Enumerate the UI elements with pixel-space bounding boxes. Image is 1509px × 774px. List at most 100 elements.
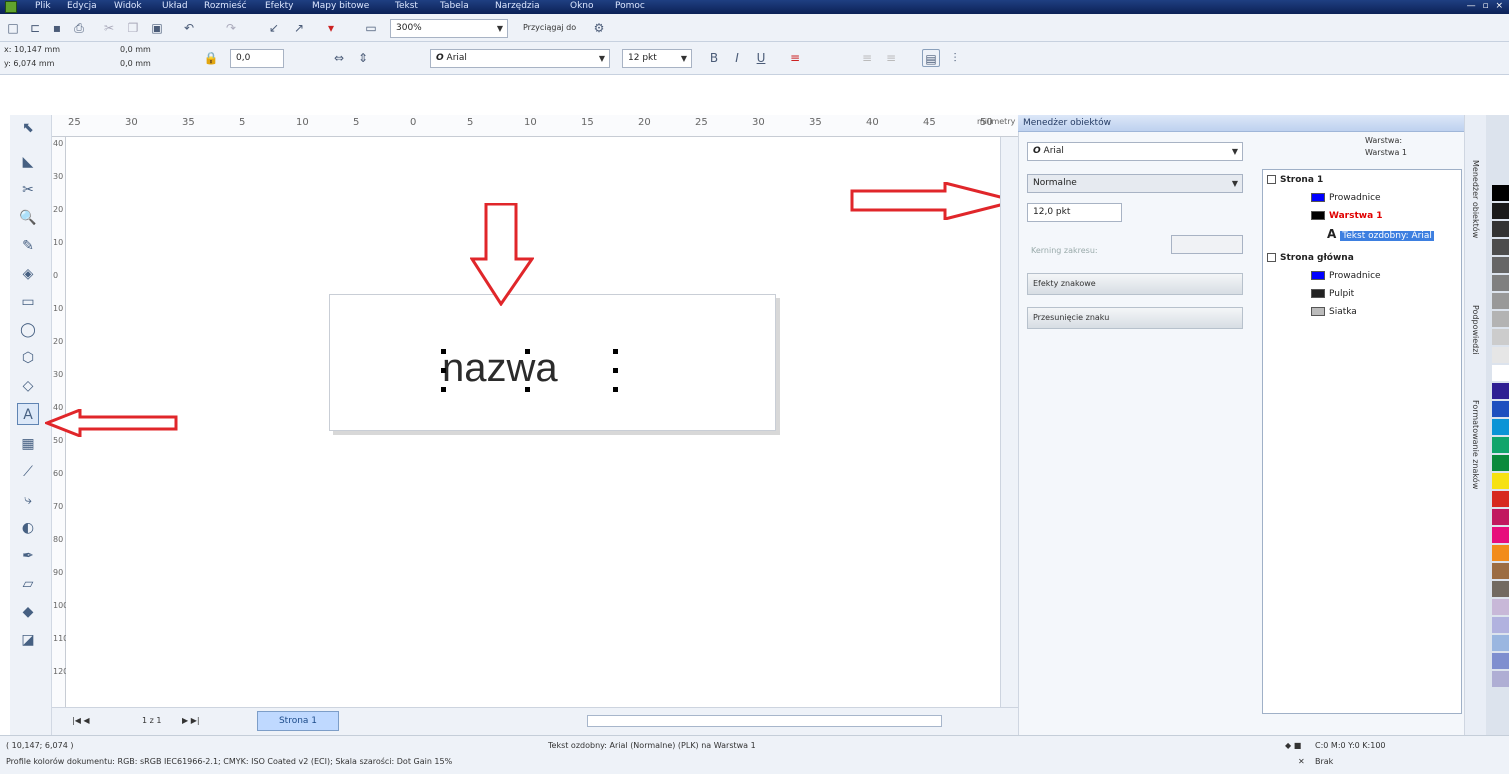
selection-handle[interactable] bbox=[613, 387, 618, 392]
docker-font-combo[interactable]: O Arial ▼ bbox=[1027, 142, 1243, 161]
window-controls[interactable]: — ▫ × bbox=[1467, 1, 1505, 11]
import-icon[interactable]: ↙ bbox=[265, 19, 283, 37]
palette-swatch[interactable] bbox=[1492, 275, 1509, 291]
outline-tool-icon[interactable]: ▱ bbox=[17, 573, 39, 595]
palette-swatch[interactable] bbox=[1492, 653, 1509, 669]
palette-swatch[interactable] bbox=[1492, 527, 1509, 543]
selection-handle[interactable] bbox=[441, 368, 446, 373]
palette-swatch[interactable] bbox=[1492, 491, 1509, 507]
pick-tool-icon[interactable]: ⬉ bbox=[17, 117, 39, 139]
selection-handle[interactable] bbox=[525, 387, 530, 392]
selection-handle[interactable] bbox=[441, 349, 446, 354]
palette-swatch[interactable] bbox=[1492, 509, 1509, 525]
palette-swatch[interactable] bbox=[1492, 581, 1509, 597]
new-icon[interactable]: □ bbox=[4, 19, 22, 37]
paste-icon[interactable]: ▣ bbox=[148, 19, 166, 37]
palette-swatch[interactable] bbox=[1492, 563, 1509, 579]
menu-window[interactable]: Okno bbox=[570, 1, 594, 11]
palette-swatch[interactable] bbox=[1492, 617, 1509, 633]
palette-swatch[interactable] bbox=[1492, 419, 1509, 435]
page-nav-last[interactable]: ▶ ▶| bbox=[182, 716, 200, 725]
page-tab[interactable]: Strona 1 bbox=[257, 711, 339, 731]
selection-handle[interactable] bbox=[441, 387, 446, 392]
palette-swatch[interactable] bbox=[1492, 671, 1509, 687]
palette-swatch[interactable] bbox=[1492, 293, 1509, 309]
selection-handle[interactable] bbox=[613, 368, 618, 373]
tree-grid[interactable]: Siatka bbox=[1311, 304, 1357, 320]
eyedropper-tool-icon[interactable]: ✒ bbox=[17, 545, 39, 567]
color-profile-info[interactable]: Profile kolorów dokumentu: RGB: sRGB IEC… bbox=[6, 757, 452, 766]
kerning-field[interactable] bbox=[1171, 235, 1243, 254]
open-icon[interactable]: ⊏ bbox=[26, 19, 44, 37]
palette-swatch[interactable] bbox=[1492, 203, 1509, 219]
palette-swatch[interactable] bbox=[1492, 311, 1509, 327]
mirror-v-icon[interactable]: ⇕ bbox=[354, 49, 372, 67]
vertical-scrollbar[interactable] bbox=[1000, 137, 1018, 707]
tab-hints[interactable]: Podpowiedzi bbox=[1471, 305, 1480, 355]
connector-tool-icon[interactable]: ⤷ bbox=[17, 489, 39, 511]
palette-swatch[interactable] bbox=[1492, 185, 1509, 201]
menu-help[interactable]: Pomoc bbox=[615, 1, 645, 11]
tree-guides-1[interactable]: Prowadnice bbox=[1311, 190, 1381, 206]
font-size-combo[interactable]: 12 pkt ▼ bbox=[622, 49, 692, 68]
tree-page-1[interactable]: Strona 1 bbox=[1267, 172, 1323, 188]
mirror-h-icon[interactable]: ⇔ bbox=[330, 49, 348, 67]
print-icon[interactable]: ⎙ bbox=[70, 19, 88, 37]
angle-field[interactable]: 0,0 bbox=[230, 49, 284, 68]
bold-icon[interactable]: B bbox=[705, 49, 723, 67]
menu-layout[interactable]: Układ bbox=[162, 1, 188, 11]
docker-size-field[interactable]: 12,0 pkt bbox=[1027, 203, 1122, 222]
palette-swatch[interactable] bbox=[1492, 401, 1509, 417]
tab-object-manager[interactable]: Menedżer obiektów bbox=[1471, 160, 1480, 238]
interactive-fill-icon[interactable]: ◪ bbox=[17, 629, 39, 651]
redo-icon[interactable]: ↷ bbox=[222, 19, 240, 37]
welcome-icon[interactable]: ▭ bbox=[362, 19, 380, 37]
tree-desktop[interactable]: Pulpit bbox=[1311, 286, 1354, 302]
menu-view[interactable]: Widok bbox=[114, 1, 142, 11]
menu-file[interactable]: Plik bbox=[35, 1, 51, 11]
vertical-ruler[interactable]: 40 30 20 10 0 10 20 30 40 50 60 70 80 90 100 110 120 bbox=[52, 137, 68, 707]
menu-table[interactable]: Tabela bbox=[440, 1, 469, 11]
tab-character-formatting[interactable]: Formatowanie znaków bbox=[1471, 400, 1480, 489]
ellipse-tool-icon[interactable]: ◯ bbox=[17, 319, 39, 341]
palette-swatch[interactable] bbox=[1492, 383, 1509, 399]
table-tool-icon[interactable]: ▦ bbox=[17, 433, 39, 455]
selection-handle[interactable] bbox=[525, 349, 530, 354]
undo-icon[interactable]: ↶ bbox=[180, 19, 198, 37]
palette-swatch[interactable] bbox=[1492, 599, 1509, 615]
font-combo[interactable]: O Arial ▼ bbox=[430, 49, 610, 68]
section-character-offset[interactable]: Przesunięcie znaku bbox=[1027, 307, 1243, 329]
scroll-track[interactable] bbox=[587, 715, 942, 727]
palette-swatch[interactable] bbox=[1492, 545, 1509, 561]
zoom-tool-icon[interactable]: 🔍 bbox=[17, 207, 39, 229]
basic-shapes-icon[interactable]: ◇ bbox=[17, 375, 39, 397]
menu-edit[interactable]: Edycja bbox=[67, 1, 97, 11]
menu-tools[interactable]: Narzędzia bbox=[495, 1, 540, 11]
blend-tool-icon[interactable]: ◐ bbox=[17, 517, 39, 539]
section-character-effects[interactable]: Efekty znakowe bbox=[1027, 273, 1243, 295]
text-tool-icon[interactable]: A bbox=[17, 403, 39, 425]
dimension-tool-icon[interactable]: ⟋ bbox=[17, 461, 39, 483]
artistic-text[interactable]: nazwa bbox=[442, 348, 558, 388]
shape-tool-icon[interactable]: ◣ bbox=[17, 151, 39, 173]
x-position[interactable]: x: 10,147 mm bbox=[4, 45, 60, 54]
rectangle-tool-icon[interactable]: ▭ bbox=[17, 291, 39, 313]
snap-dropdown[interactable]: Przyciągaj do bbox=[523, 23, 576, 32]
cut-icon[interactable]: ✂ bbox=[100, 19, 118, 37]
y-position[interactable]: y: 6,074 mm bbox=[4, 59, 54, 68]
bullet-icon[interactable]: ≡ bbox=[858, 49, 876, 67]
vertical-text-icon[interactable]: ⫶ bbox=[946, 49, 964, 67]
export-icon[interactable]: ↗ bbox=[290, 19, 308, 37]
palette-swatch[interactable] bbox=[1492, 347, 1509, 363]
options-icon[interactable]: ⚙ bbox=[590, 19, 608, 37]
text-format-icon[interactable]: ▤ bbox=[922, 49, 940, 67]
dropcap-icon[interactable]: ≡ bbox=[882, 49, 900, 67]
italic-icon[interactable]: I bbox=[728, 49, 746, 67]
selection-handle[interactable] bbox=[613, 349, 618, 354]
palette-swatch[interactable] bbox=[1492, 473, 1509, 489]
outline-icon[interactable]: ✕ bbox=[1298, 757, 1305, 766]
page-nav-first[interactable]: |◀ ◀ bbox=[72, 716, 90, 725]
palette-swatch[interactable] bbox=[1492, 257, 1509, 273]
copy-icon[interactable]: ❐ bbox=[124, 19, 142, 37]
width-field[interactable]: 0,0 mm bbox=[120, 45, 151, 54]
